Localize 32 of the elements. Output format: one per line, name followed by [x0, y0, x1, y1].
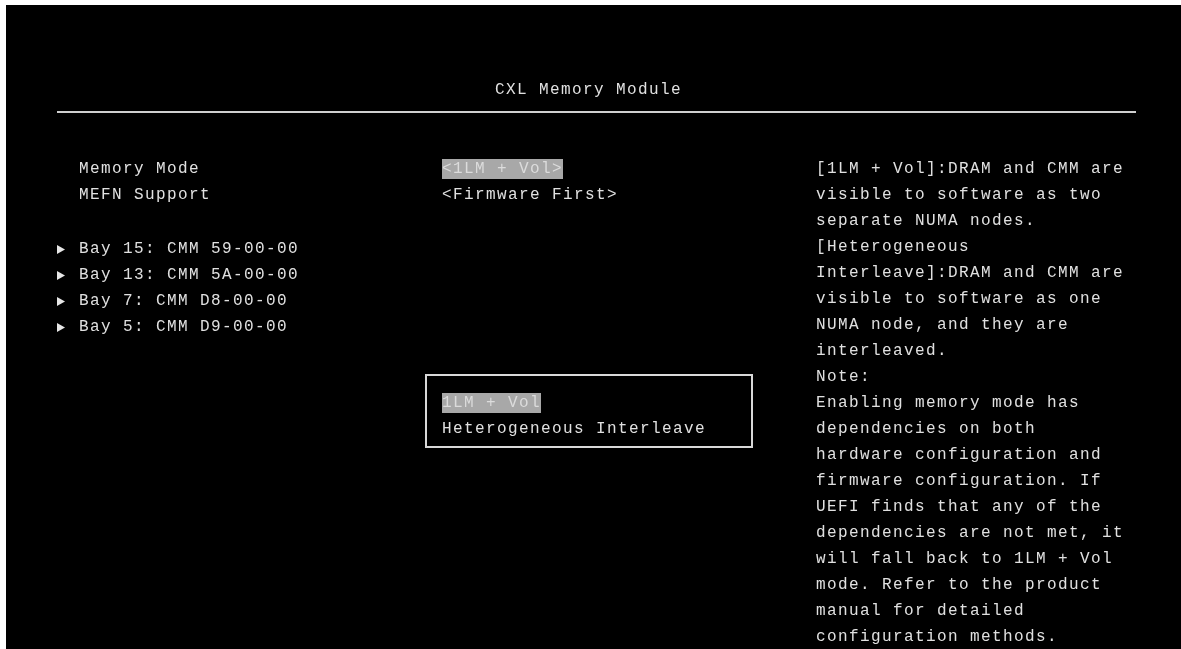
submenu-link[interactable]: Bay 13: CMM 5A-00-00 — [79, 266, 300, 284]
page-title: CXL Memory Module — [495, 81, 682, 99]
submenu-link[interactable]: Bay 7: CMM D8-00-00 — [79, 292, 289, 310]
help-text-line: Enabling memory mode has — [816, 394, 1081, 412]
setting-value[interactable]: <Firmware First> — [442, 185, 619, 205]
triangle-icon — [57, 270, 65, 280]
help-text-line: NUMA node, and they are — [816, 316, 1070, 334]
triangle-icon — [57, 322, 65, 332]
help-text-line: visible to software as two — [816, 186, 1103, 204]
help-text-line: UEFI finds that any of the — [816, 498, 1103, 516]
help-text-line: dependencies are not met, it — [816, 524, 1125, 542]
help-text-line: separate NUMA nodes. — [816, 212, 1037, 230]
help-text-line: configuration methods. — [816, 628, 1059, 646]
setting-label[interactable]: MEFN Support — [79, 186, 212, 204]
help-text-line: dependencies on both — [816, 420, 1037, 438]
submenu-link[interactable]: Bay 5: CMM D9-00-00 — [79, 318, 289, 336]
help-text-line: hardware configuration and — [816, 446, 1103, 464]
popup-option[interactable]: Heterogeneous Interleave — [442, 419, 707, 439]
help-text-line: Interleave]:DRAM and CMM are — [816, 264, 1125, 282]
triangle-icon — [57, 244, 65, 254]
submenu-link[interactable]: Bay 15: CMM 59-00-00 — [79, 240, 300, 258]
help-text-line: Note: — [816, 368, 871, 386]
help-text-line: visible to software as one — [816, 290, 1103, 308]
help-text-line: firmware configuration. If — [816, 472, 1103, 490]
help-text-line: will fall back to 1LM + Vol — [816, 550, 1114, 568]
triangle-icon — [57, 296, 65, 306]
setting-label[interactable]: Memory Mode — [79, 160, 201, 178]
help-text-line: mode. Refer to the product — [816, 576, 1103, 594]
help-text-line: [Heterogeneous — [816, 238, 971, 256]
help-text-line: manual for detailed — [816, 602, 1026, 620]
help-text-line: interleaved. — [816, 342, 949, 360]
help-text-line: [1LM + Vol]:DRAM and CMM are — [816, 160, 1125, 178]
